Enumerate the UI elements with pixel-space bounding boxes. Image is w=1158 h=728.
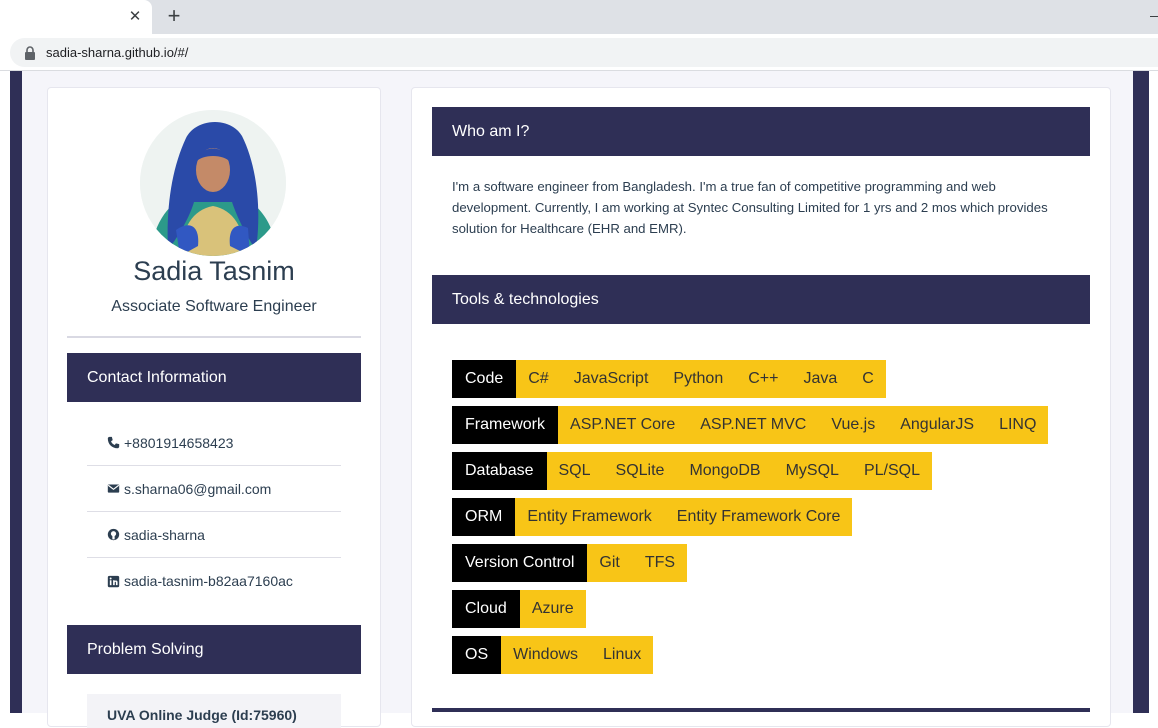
tech-item: ASP.NET MVC	[700, 416, 807, 433]
tech-item: C	[862, 370, 874, 387]
profile-role: Associate Software Engineer	[111, 298, 317, 315]
contact-github[interactable]: sadia-sharna	[87, 512, 341, 558]
tech-row-os: OS Windows Linux	[452, 636, 1048, 674]
about-header: Who am I?	[432, 107, 1090, 156]
phone-text: +8801914658423	[124, 434, 234, 451]
tech-row-version-control: Version Control Git TFS	[452, 544, 1048, 582]
browser-tab[interactable]: ✕	[0, 0, 152, 34]
tech-item: Linux	[603, 646, 642, 663]
profile-sidebar: Sadia Tasnim Associate Software Engineer…	[47, 87, 381, 728]
page-border-left	[10, 71, 22, 713]
minimize-window-icon[interactable]	[1150, 16, 1158, 17]
tech-items: Git TFS	[587, 544, 688, 582]
problem-solving-heading: Problem Solving	[87, 640, 204, 658]
lock-icon	[25, 46, 35, 60]
tech-label: Cloud	[452, 590, 520, 628]
tech-item: MongoDB	[689, 462, 761, 479]
phone-icon	[107, 436, 120, 449]
url-field[interactable]: sadia-sharna.github.io/#/	[10, 38, 1158, 67]
tech-label: Code	[452, 360, 517, 398]
tech-item: SQL	[558, 462, 591, 479]
address-bar: sadia-sharna.github.io/#/	[0, 34, 1158, 71]
tech-item: Git	[599, 554, 620, 571]
email-text: s.sharna06@gmail.com	[124, 480, 272, 497]
tech-tag-list: Code C# JavaScript Python C++ Java C Fra…	[452, 360, 1049, 682]
github-text: sadia-sharna	[124, 526, 205, 543]
tech-label: Database	[452, 452, 547, 490]
envelope-icon	[107, 484, 120, 493]
tech-item: Vue.js	[831, 416, 876, 433]
tech-item: Entity Framework	[527, 508, 652, 525]
url-text: sadia-sharna.github.io/#/	[46, 45, 189, 60]
tech-label: OS	[452, 636, 502, 674]
tech-row-orm: ORM Entity Framework Entity Framework Co…	[452, 498, 1048, 536]
about-text: I'm a software engineer from Bangladesh.…	[452, 179, 1048, 236]
next-section-header	[432, 708, 1090, 712]
tech-items: Windows Linux	[501, 636, 654, 674]
tech-items: ASP.NET Core ASP.NET MVC Vue.js AngularJ…	[558, 406, 1049, 444]
profile-photo-icon	[140, 110, 286, 256]
new-tab-icon[interactable]: +	[163, 5, 185, 27]
tech-item: ASP.NET Core	[570, 416, 676, 433]
page-border-right	[1133, 71, 1149, 713]
problem-solving-item-text: UVA Online Judge (Id:75960)	[107, 707, 297, 723]
problem-solving-header: Problem Solving	[67, 625, 361, 674]
main-content: Who am I? I'm a software engineer from B…	[411, 87, 1111, 727]
tech-item: Entity Framework Core	[676, 508, 841, 525]
tech-items: Entity Framework Entity Framework Core	[515, 498, 853, 536]
tech-item: TFS	[644, 554, 676, 571]
linkedin-text: sadia-tasnim-b82aa7160ac	[124, 573, 293, 589]
problem-solving-item[interactable]: UVA Online Judge (Id:75960)	[87, 694, 341, 728]
contact-email[interactable]: s.sharna06@gmail.com	[87, 466, 341, 512]
tech-row-cloud: Cloud Azure	[452, 590, 1048, 628]
tools-header: Tools & technologies	[432, 275, 1090, 324]
tech-label: Version Control	[452, 544, 588, 582]
tech-item: LINQ	[999, 416, 1037, 433]
tech-item: JavaScript	[573, 370, 649, 387]
tech-label: ORM	[452, 498, 516, 536]
contact-information-header: Contact Information	[67, 353, 361, 402]
page: Sadia Tasnim Associate Software Engineer…	[0, 71, 1158, 728]
tech-item: Java	[803, 370, 838, 387]
tech-item: Python	[673, 370, 724, 387]
linkedin-icon	[107, 575, 120, 587]
tech-item: Windows	[513, 646, 579, 663]
tech-item: MySQL	[785, 462, 839, 479]
tech-item: C#	[528, 370, 549, 387]
about-heading: Who am I?	[452, 122, 530, 140]
tech-row-framework: Framework ASP.NET Core ASP.NET MVC Vue.j…	[452, 406, 1049, 444]
tech-label: Framework	[452, 406, 559, 444]
close-tab-icon[interactable]: ✕	[126, 8, 144, 26]
tech-item: AngularJS	[900, 416, 975, 433]
tech-items: C# JavaScript Python C++ Java C	[516, 360, 886, 398]
contact-information-heading: Contact Information	[87, 368, 227, 386]
contact-phone[interactable]: +8801914658423	[87, 420, 341, 466]
github-icon	[107, 528, 120, 541]
profile-name: Sadia Tasnim	[133, 256, 295, 286]
divider	[67, 336, 361, 338]
tech-row-code: Code C# JavaScript Python C++ Java C	[452, 360, 1048, 398]
contact-linkedin[interactable]: sadia-tasnim-b82aa7160ac	[87, 558, 341, 604]
avatar	[140, 110, 286, 256]
tech-item: Azure	[531, 600, 574, 617]
tech-row-database: Database SQL SQLite MongoDB MySQL PL/SQL	[452, 452, 1048, 490]
contact-list: +8801914658423 s.sharna06@gmail.com sadi…	[87, 420, 341, 604]
tech-item: PL/SQL	[863, 462, 920, 479]
tech-item: SQLite	[615, 462, 665, 479]
tech-items: SQL SQLite MongoDB MySQL PL/SQL	[546, 452, 932, 490]
tech-items: Azure	[519, 590, 586, 628]
tools-heading: Tools & technologies	[452, 290, 599, 308]
tech-item: C++	[748, 370, 779, 387]
browser-tab-bar: ✕ +	[0, 0, 1158, 34]
